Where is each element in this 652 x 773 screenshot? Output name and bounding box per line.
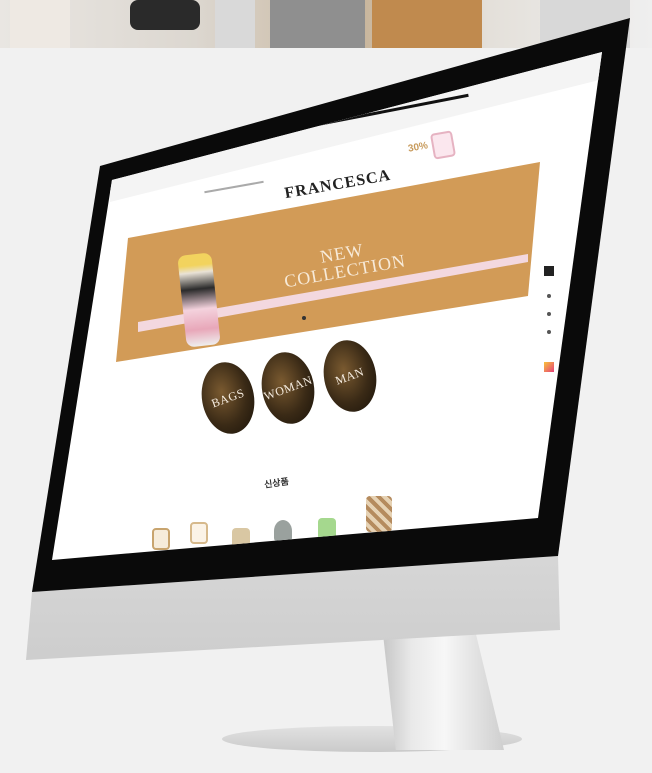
site-utility-nav[interactable] [204,180,264,194]
imac-mockup: FRANCESCA 30% NEW COLLECTION BAGS WOMAN … [0,0,652,773]
promo-bag-image[interactable] [429,130,457,160]
quick-menu-item[interactable] [547,330,551,334]
product-thumb[interactable] [366,496,392,532]
product-thumb[interactable] [190,522,208,544]
product-thumb[interactable] [152,528,170,550]
promo-percent: 30% [407,140,429,155]
hero-carousel-dot[interactable] [302,316,306,320]
product-thumb[interactable] [274,520,292,542]
category-label: WOMAN [261,372,314,403]
category-label: BAGS [209,385,247,410]
instagram-icon[interactable] [544,362,554,372]
quick-menu-item[interactable] [547,312,551,316]
quick-menu-item[interactable] [544,266,554,276]
category-man[interactable]: MAN [318,336,382,416]
section-title: 신상품 [263,476,290,490]
quick-menu-item[interactable] [547,294,551,298]
side-quick-menu[interactable] [544,266,554,386]
category-label: MAN [333,363,367,388]
category-woman[interactable]: WOMAN [256,348,320,428]
category-bags[interactable]: BAGS [196,358,260,438]
